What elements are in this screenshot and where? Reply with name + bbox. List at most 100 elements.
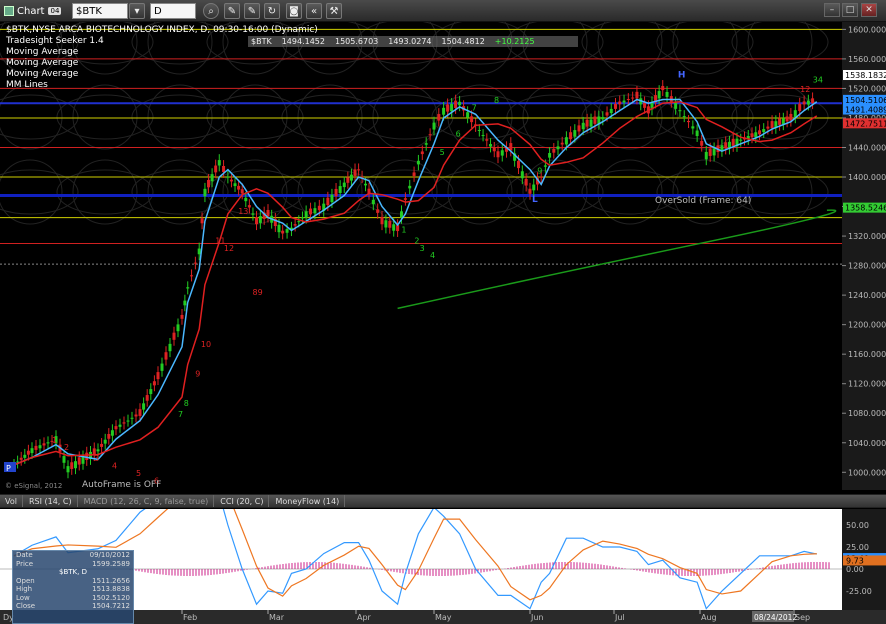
candle-body [754, 132, 758, 138]
candle-body [556, 146, 560, 150]
candle-body [376, 209, 380, 213]
candle-body [766, 126, 770, 129]
candle-body [424, 143, 428, 145]
candle-body [532, 184, 536, 191]
candle-body [770, 121, 774, 129]
symbol-dropdown-icon[interactable]: ▾ [129, 3, 145, 19]
candle-body [581, 122, 585, 130]
chart-window-menu[interactable]: Chart 04 [4, 3, 62, 19]
candle-body [622, 100, 626, 103]
dw-high-value: 1513.8838 [92, 585, 130, 593]
candle-body [408, 185, 412, 189]
tab-vol[interactable]: Vol [0, 495, 23, 507]
candle-body [454, 100, 458, 108]
candle-body [203, 188, 207, 197]
candle-body [700, 140, 704, 146]
candle-body [164, 352, 168, 360]
camera-icon[interactable]: ◙ [286, 3, 302, 19]
wrench-icon[interactable]: ⚒ [326, 3, 342, 19]
candle-body [277, 224, 281, 233]
candle-body [466, 112, 470, 118]
tab-macd[interactable]: MACD (12, 26, C, 9, false, true) [79, 495, 215, 507]
seeker-count-label: 7 [472, 104, 477, 113]
candle-body [577, 125, 581, 132]
price-tick-label: 1000.0000 [848, 468, 886, 477]
candle-body [77, 457, 81, 465]
candle-body [806, 100, 810, 105]
magnifier-icon[interactable]: ⌕ [203, 3, 219, 19]
candle-body [661, 85, 665, 91]
candle-body [207, 179, 211, 188]
candle-body [297, 221, 301, 223]
dw-open-row: Open 1511.2656 [13, 577, 133, 586]
maximize-button[interactable]: □ [842, 3, 858, 17]
candle-body [138, 409, 142, 416]
candle-body [712, 148, 716, 156]
candle-body [674, 102, 678, 109]
month-label: Sep [795, 613, 810, 622]
candle-body [657, 91, 661, 99]
close-button[interactable]: ✕ [861, 3, 877, 17]
dw-close-row: Close 1504.7212 [13, 602, 133, 611]
tab-cci[interactable]: CCI (20, C) [215, 495, 270, 507]
tab-moneyflow[interactable]: MoneyFlow (14) [270, 495, 346, 507]
candle-body [589, 119, 593, 127]
candle-body [384, 220, 388, 228]
rewind-icon[interactable]: « [306, 3, 322, 19]
price-chart[interactable]: 1600.00001560.00001520.00001480.00001440… [0, 22, 886, 490]
candle-body [304, 211, 308, 218]
candle-body [176, 324, 180, 332]
candle-body [134, 414, 138, 417]
price-chart-pane[interactable]: 1600.00001560.00001520.00001480.00001440… [0, 22, 886, 490]
candle-body [785, 116, 789, 122]
price-badge-label: 1472.7511 [845, 119, 886, 128]
tab-rsi[interactable]: RSI (14, C) [24, 495, 78, 507]
candle-body [309, 208, 313, 215]
candle-body [618, 101, 622, 105]
dw-date-label: Date [16, 551, 33, 559]
candle-body [496, 151, 500, 158]
candle-body [233, 183, 237, 187]
study-label-ma1[interactable]: Moving Average [6, 47, 78, 57]
dw-symbol-row: $BTK, D [13, 568, 133, 577]
study-label-ma2[interactable]: Moving Average [6, 58, 78, 68]
candle-body [492, 147, 496, 152]
seeker-count-label: 4 [112, 462, 117, 471]
candle-body [197, 248, 201, 255]
dw-low-value: 1502.5120 [92, 593, 130, 602]
candle-body [122, 422, 126, 424]
price-badge-label: 1504.5106 [845, 96, 886, 105]
pencil-alt-icon[interactable]: ✎ [244, 3, 260, 19]
candle-body [156, 372, 160, 380]
candle-body [665, 91, 669, 97]
macd-label: MACD [6, 513, 33, 523]
p-marker: P [6, 464, 11, 473]
candle-body [388, 220, 392, 228]
data-window[interactable]: Date 09/10/2012 Price 1599.2589 $BTK, D Op… [12, 550, 134, 624]
high-marker: H [678, 70, 686, 80]
candle-body [500, 150, 504, 156]
candle-body [605, 112, 609, 116]
seeker-count-label: 9 [195, 369, 200, 378]
study-label-ma3[interactable]: Moving Average [6, 69, 78, 79]
interval-input[interactable]: D [150, 3, 196, 19]
seeker-count-label: 5 [440, 148, 445, 157]
candle-body [564, 137, 568, 145]
study-label-mm-lines[interactable]: MM Lines [6, 80, 48, 90]
dw-low-row: Low 1502.5120 [13, 594, 133, 603]
candle-body [539, 176, 543, 178]
candle-body [420, 151, 424, 155]
candle-body [334, 188, 338, 197]
candle-body [38, 445, 42, 449]
link-badge[interactable]: 04 [48, 7, 62, 15]
refresh-icon[interactable]: ↻ [264, 3, 280, 19]
minimize-button[interactable]: – [824, 3, 840, 17]
month-label: Feb [183, 613, 197, 622]
candle-body [19, 457, 23, 460]
pencil-icon[interactable]: ✎ [224, 3, 240, 19]
symbol-input[interactable]: $BTK [72, 3, 128, 19]
study-label-seeker[interactable]: Tradesight Seeker 1.4 [6, 36, 104, 46]
price-badge-label: 1358.5246 [845, 204, 886, 213]
candle-body [326, 197, 330, 206]
dw-high-label: High [16, 585, 33, 593]
